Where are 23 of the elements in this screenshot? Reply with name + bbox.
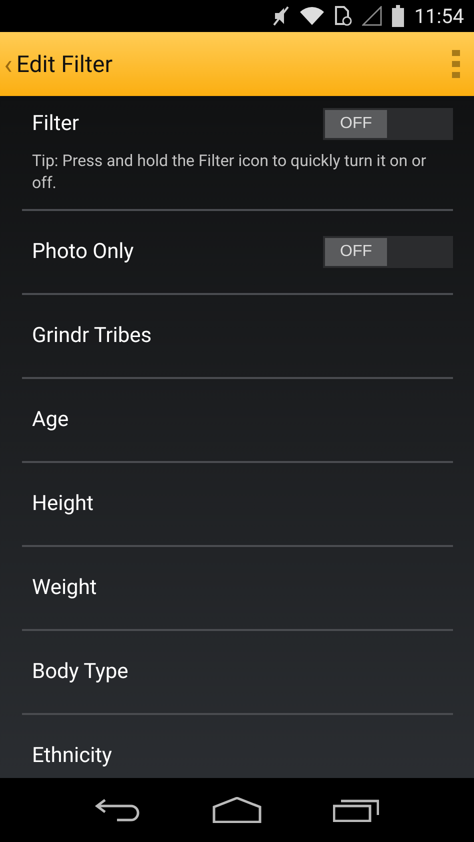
setting-item[interactable]: Ethnicity (32, 744, 112, 768)
sim-card-icon (334, 6, 352, 26)
toggle-thumb: OFF (325, 110, 387, 138)
toggle-switch[interactable]: OFF (323, 236, 453, 268)
setting-label: Filter (32, 112, 79, 136)
toggle-thumb: OFF (325, 238, 387, 266)
setting-item[interactable]: Grindr Tribes (32, 324, 152, 348)
battery-icon (392, 5, 404, 27)
signal-icon (362, 6, 382, 26)
tip-text: Tip: Press and hold the Filter icon to quickly turn it on or off. (32, 150, 428, 194)
setting-item[interactable]: Body Type (32, 660, 128, 684)
toggle-switch[interactable]: OFF (323, 108, 453, 140)
setting-item[interactable]: Age (32, 408, 69, 432)
back-icon[interactable] (95, 797, 142, 823)
setting-label: Photo Only (32, 240, 134, 264)
setting-item[interactable]: Height (32, 492, 94, 516)
home-icon[interactable] (212, 797, 262, 823)
wifi-icon (300, 7, 324, 25)
mute-icon (272, 5, 290, 27)
status-time: 11:54 (414, 4, 464, 28)
setting-item[interactable]: Weight (32, 576, 97, 600)
recent-apps-icon[interactable] (332, 798, 379, 822)
screen-title: Edit Filter (16, 50, 114, 78)
